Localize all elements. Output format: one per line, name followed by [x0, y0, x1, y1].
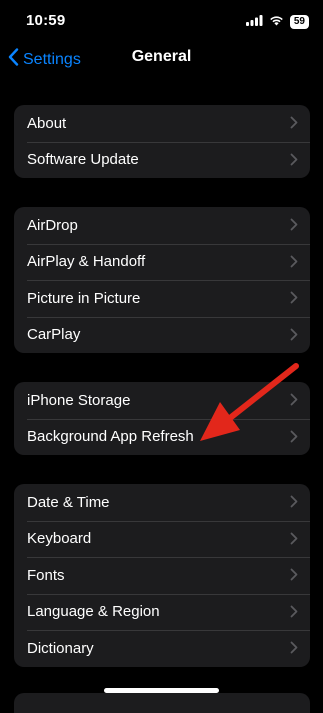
home-indicator[interactable] — [104, 688, 219, 693]
annotation-arrow-icon — [200, 363, 299, 441]
